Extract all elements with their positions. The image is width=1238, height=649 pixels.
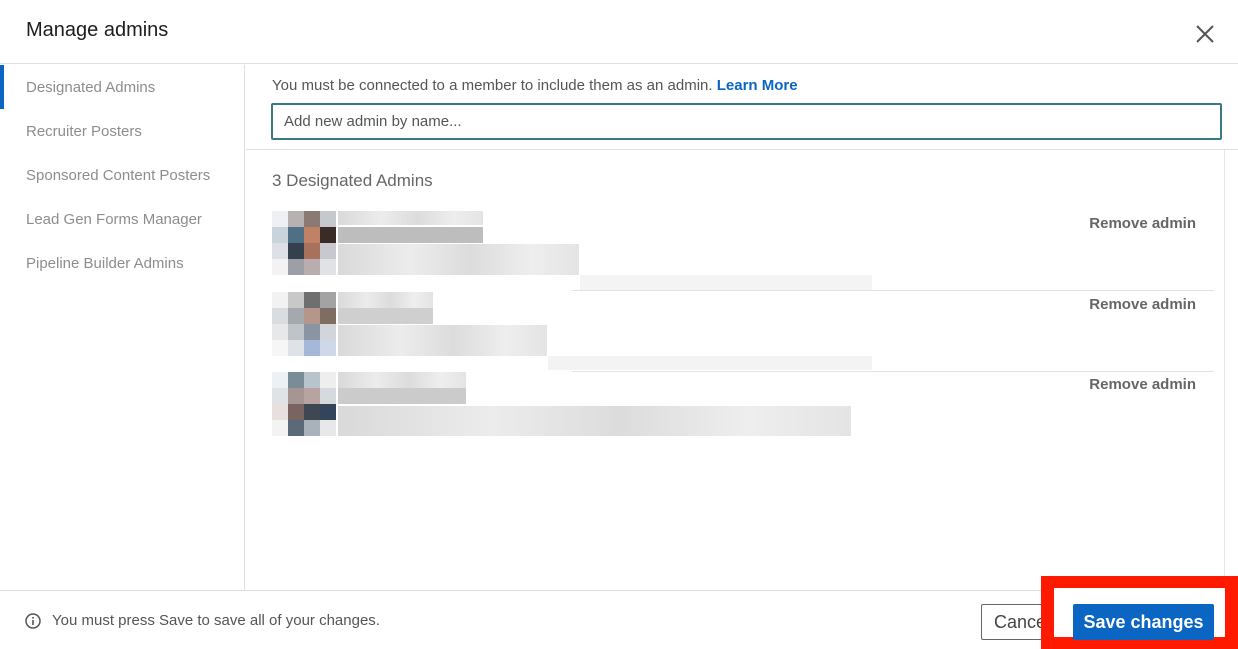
row-divider <box>572 290 1214 291</box>
dialog-title: Manage admins <box>26 19 169 41</box>
sidebar-item-pipeline-builder-admins[interactable]: Pipeline Builder Admins <box>26 255 184 272</box>
learn-more-link[interactable]: Learn More <box>717 77 798 94</box>
admin-row: Remove admin <box>272 292 1214 372</box>
save-reminder: You must press Save to save all of your … <box>52 612 380 629</box>
close-icon[interactable] <box>1192 21 1218 47</box>
blurred-name <box>338 308 433 324</box>
blurred-name <box>338 372 466 388</box>
active-indicator <box>0 65 4 109</box>
save-changes-button[interactable]: Save changes <box>1073 604 1214 640</box>
remove-admin-button[interactable]: Remove admin <box>1089 296 1196 313</box>
sidebar: Designated Admins Recruiter Posters Spon… <box>0 65 245 590</box>
blurred-headline <box>338 244 579 275</box>
blurred-name <box>338 227 483 243</box>
avatar <box>272 292 336 356</box>
sidebar-item-lead-gen-forms-manager[interactable]: Lead Gen Forms Manager <box>26 211 202 228</box>
scrollbar[interactable] <box>1224 150 1225 590</box>
admin-row: Remove admin <box>272 372 1214 452</box>
dialog-header: Manage admins <box>0 0 1238 64</box>
admin-row: Remove admin <box>272 211 1214 291</box>
sidebar-item-designated-admins[interactable]: Designated Admins <box>26 79 155 96</box>
remove-admin-button[interactable]: Remove admin <box>1089 376 1196 393</box>
avatar <box>272 372 336 436</box>
blurred-headline <box>338 325 547 356</box>
admin-panel: You must be connected to a member to inc… <box>246 65 1238 590</box>
divider <box>246 149 1238 150</box>
avatar <box>272 211 336 275</box>
blurred-headline <box>338 406 851 436</box>
admin-count: 3 Designated Admins <box>272 171 433 190</box>
info-icon <box>25 613 41 629</box>
blurred-name <box>338 292 433 308</box>
remove-admin-button[interactable]: Remove admin <box>1089 215 1196 232</box>
sidebar-item-sponsored-content-posters[interactable]: Sponsored Content Posters <box>26 167 210 184</box>
blurred-name <box>338 211 483 225</box>
blurred-headline <box>548 356 872 370</box>
add-admin-input[interactable] <box>271 103 1222 140</box>
connection-hint: You must be connected to a member to inc… <box>272 77 798 94</box>
hint-text: You must be connected to a member to inc… <box>272 77 713 94</box>
blurred-headline <box>580 275 872 291</box>
sidebar-item-recruiter-posters[interactable]: Recruiter Posters <box>26 123 142 140</box>
blurred-name <box>338 388 466 404</box>
